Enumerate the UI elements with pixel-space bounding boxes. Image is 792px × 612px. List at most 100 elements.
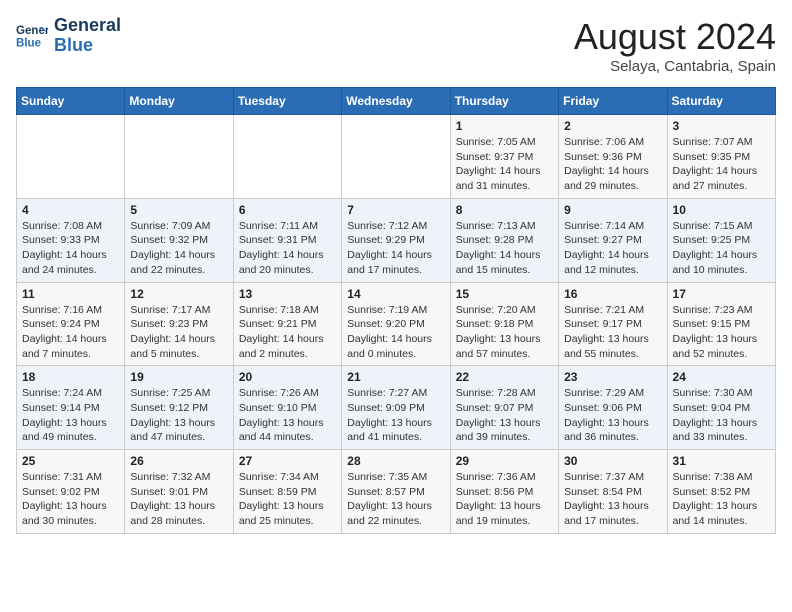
day-number: 25 xyxy=(22,454,119,468)
calendar-header: SundayMondayTuesdayWednesdayThursdayFrid… xyxy=(17,88,776,115)
calendar-cell: 26 Sunrise: 7:32 AMSunset: 9:01 PMDayligh… xyxy=(125,450,233,534)
calendar-body: 1Sunrise: 7:05 AMSunset: 9:37 PMDaylight… xyxy=(17,115,776,534)
weekday-header-row: SundayMondayTuesdayWednesdayThursdayFrid… xyxy=(17,88,776,115)
calendar-cell: 23Sunrise: 7:29 AMSunset: 9:06 PMDayligh… xyxy=(559,366,667,450)
day-number: 12 xyxy=(130,287,227,301)
weekday-header-friday: Friday xyxy=(559,88,667,115)
calendar-cell: 1Sunrise: 7:05 AMSunset: 9:37 PMDaylight… xyxy=(450,115,558,199)
day-number: 22 xyxy=(456,370,553,384)
day-info: Sunrise: 7:37 AMSunset: 8:54 PMDaylight:… xyxy=(564,470,661,529)
day-number: 24 xyxy=(673,370,770,384)
calendar-table: SundayMondayTuesdayWednesdayThursdayFrid… xyxy=(16,87,776,534)
day-number: 17 xyxy=(673,287,770,301)
day-info: Sunrise: 7:20 AMSunset: 9:18 PMDaylight:… xyxy=(456,303,553,362)
weekday-header-wednesday: Wednesday xyxy=(342,88,450,115)
day-number: 6 xyxy=(239,203,336,217)
weekday-header-monday: Monday xyxy=(125,88,233,115)
calendar-cell xyxy=(125,115,233,199)
calendar-cell: 17 Sunrise: 7:23 AMSunset: 9:15 PMDayligh… xyxy=(667,282,775,366)
day-info: Sunrise: 7:08 AMSunset: 9:33 PMDaylight:… xyxy=(22,219,119,278)
calendar-cell: 4 Sunrise: 7:08 AMSunset: 9:33 PMDaylight… xyxy=(17,198,125,282)
day-number: 30 xyxy=(564,454,661,468)
calendar-cell xyxy=(233,115,341,199)
calendar-cell: 10Sunrise: 7:15 AMSunset: 9:25 PMDayligh… xyxy=(667,198,775,282)
calendar-cell: 8 Sunrise: 7:13 AMSunset: 9:28 PMDaylight… xyxy=(450,198,558,282)
calendar-cell: 6 Sunrise: 7:11 AMSunset: 9:31 PMDaylight… xyxy=(233,198,341,282)
svg-text:Blue: Blue xyxy=(16,37,42,49)
calendar-week-row: 18 Sunrise: 7:24 AMSunset: 9:14 PMDayligh… xyxy=(17,366,776,450)
day-info: Sunrise: 7:11 AMSunset: 9:31 PMDaylight:… xyxy=(239,219,336,278)
calendar-cell: 18 Sunrise: 7:24 AMSunset: 9:14 PMDayligh… xyxy=(17,366,125,450)
day-number: 23 xyxy=(564,370,661,384)
calendar-cell: 15 Sunrise: 7:20 AMSunset: 9:18 PMDayligh… xyxy=(450,282,558,366)
day-number: 28 xyxy=(347,454,444,468)
day-info: Sunrise: 7:25 AMSunset: 9:12 PMDaylight:… xyxy=(130,386,227,445)
month-title: August 2024 xyxy=(574,16,776,58)
svg-text:General: General xyxy=(16,25,48,37)
weekday-header-thursday: Thursday xyxy=(450,88,558,115)
day-number: 3 xyxy=(673,119,770,133)
page-header: General Blue General Blue August 2024 Se… xyxy=(16,16,776,75)
day-info: Sunrise: 7:17 AMSunset: 9:23 PMDaylight:… xyxy=(130,303,227,362)
day-number: 11 xyxy=(22,287,119,301)
calendar-cell: 9 Sunrise: 7:14 AMSunset: 9:27 PMDaylight… xyxy=(559,198,667,282)
day-number: 4 xyxy=(22,203,119,217)
calendar-cell: 20 Sunrise: 7:26 AMSunset: 9:10 PMDayligh… xyxy=(233,366,341,450)
day-info: Sunrise: 7:34 AMSunset: 8:59 PMDaylight:… xyxy=(239,470,336,529)
day-info: Sunrise: 7:21 AMSunset: 9:17 PMDaylight:… xyxy=(564,303,661,362)
calendar-cell: 30 Sunrise: 7:37 AMSunset: 8:54 PMDayligh… xyxy=(559,450,667,534)
day-info: Sunrise: 7:24 AMSunset: 9:14 PMDaylight:… xyxy=(22,386,119,445)
day-number: 27 xyxy=(239,454,336,468)
calendar-cell: 27 Sunrise: 7:34 AMSunset: 8:59 PMDayligh… xyxy=(233,450,341,534)
calendar-cell: 25Sunrise: 7:31 AMSunset: 9:02 PMDayligh… xyxy=(17,450,125,534)
day-number: 18 xyxy=(22,370,119,384)
day-number: 20 xyxy=(239,370,336,384)
day-number: 9 xyxy=(564,203,661,217)
day-info: Sunrise: 7:23 AMSunset: 9:15 PMDaylight:… xyxy=(673,303,770,362)
day-info: Sunrise: 7:06 AMSunset: 9:36 PMDaylight:… xyxy=(564,135,661,194)
day-number: 14 xyxy=(347,287,444,301)
day-number: 26 xyxy=(130,454,227,468)
day-number: 7 xyxy=(347,203,444,217)
calendar-cell: 7Sunrise: 7:12 AMSunset: 9:29 PMDaylight… xyxy=(342,198,450,282)
calendar-week-row: 11Sunrise: 7:16 AMSunset: 9:24 PMDayligh… xyxy=(17,282,776,366)
logo-text-general: General xyxy=(54,16,121,36)
location: Selaya, Cantabria, Spain xyxy=(574,58,776,75)
calendar-cell: 21 Sunrise: 7:27 AMSunset: 9:09 PMDayligh… xyxy=(342,366,450,450)
day-number: 21 xyxy=(347,370,444,384)
calendar-week-row: 1Sunrise: 7:05 AMSunset: 9:37 PMDaylight… xyxy=(17,115,776,199)
calendar-cell: 11Sunrise: 7:16 AMSunset: 9:24 PMDayligh… xyxy=(17,282,125,366)
day-info: Sunrise: 7:27 AMSunset: 9:09 PMDaylight:… xyxy=(347,386,444,445)
day-number: 8 xyxy=(456,203,553,217)
day-info: Sunrise: 7:07 AMSunset: 9:35 PMDaylight:… xyxy=(673,135,770,194)
logo-icon: General Blue xyxy=(16,20,48,52)
calendar-cell: 5 Sunrise: 7:09 AMSunset: 9:32 PMDaylight… xyxy=(125,198,233,282)
calendar-cell: 28 Sunrise: 7:35 AMSunset: 8:57 PMDayligh… xyxy=(342,450,450,534)
calendar-week-row: 25Sunrise: 7:31 AMSunset: 9:02 PMDayligh… xyxy=(17,450,776,534)
day-info: Sunrise: 7:26 AMSunset: 9:10 PMDaylight:… xyxy=(239,386,336,445)
calendar-cell: 22Sunrise: 7:28 AMSunset: 9:07 PMDayligh… xyxy=(450,366,558,450)
weekday-header-saturday: Saturday xyxy=(667,88,775,115)
logo: General Blue General Blue xyxy=(16,16,121,56)
calendar-cell: 3 Sunrise: 7:07 AMSunset: 9:35 PMDaylight… xyxy=(667,115,775,199)
weekday-header-tuesday: Tuesday xyxy=(233,88,341,115)
day-info: Sunrise: 7:05 AMSunset: 9:37 PMDaylight:… xyxy=(456,135,553,194)
calendar-week-row: 4 Sunrise: 7:08 AMSunset: 9:33 PMDaylight… xyxy=(17,198,776,282)
calendar-cell xyxy=(17,115,125,199)
day-info: Sunrise: 7:32 AMSunset: 9:01 PMDaylight:… xyxy=(130,470,227,529)
day-info: Sunrise: 7:14 AMSunset: 9:27 PMDaylight:… xyxy=(564,219,661,278)
calendar-cell: 31Sunrise: 7:38 AMSunset: 8:52 PMDayligh… xyxy=(667,450,775,534)
day-number: 5 xyxy=(130,203,227,217)
calendar-cell: 16 Sunrise: 7:21 AMSunset: 9:17 PMDayligh… xyxy=(559,282,667,366)
day-number: 13 xyxy=(239,287,336,301)
day-number: 15 xyxy=(456,287,553,301)
day-info: Sunrise: 7:35 AMSunset: 8:57 PMDaylight:… xyxy=(347,470,444,529)
day-info: Sunrise: 7:18 AMSunset: 9:21 PMDaylight:… xyxy=(239,303,336,362)
day-number: 16 xyxy=(564,287,661,301)
day-info: Sunrise: 7:13 AMSunset: 9:28 PMDaylight:… xyxy=(456,219,553,278)
day-number: 2 xyxy=(564,119,661,133)
calendar-cell: 13 Sunrise: 7:18 AMSunset: 9:21 PMDayligh… xyxy=(233,282,341,366)
calendar-cell xyxy=(342,115,450,199)
day-info: Sunrise: 7:09 AMSunset: 9:32 PMDaylight:… xyxy=(130,219,227,278)
day-number: 29 xyxy=(456,454,553,468)
